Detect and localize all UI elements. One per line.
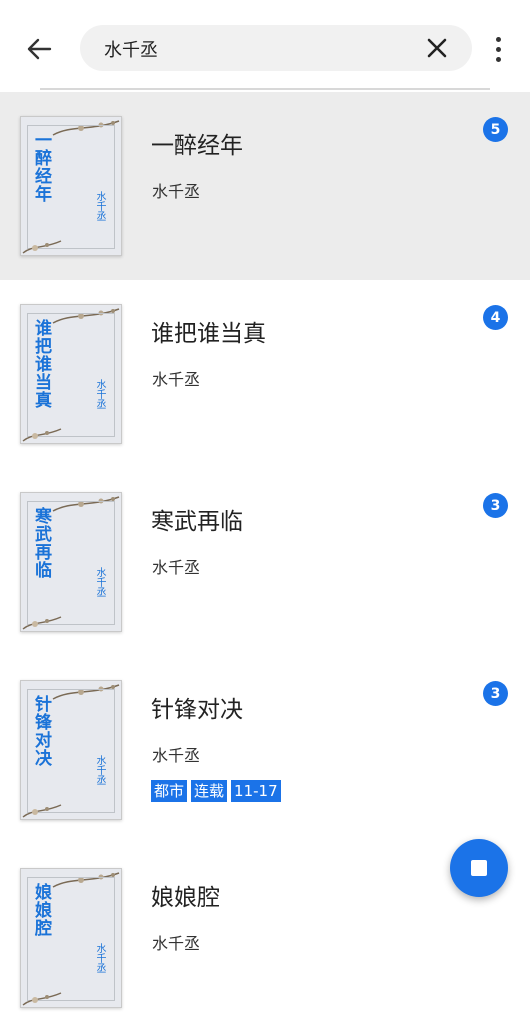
arrow-left-icon [27,38,52,60]
cover-title: 一醉经年 [31,131,51,203]
book-author: 水千丞 [152,558,201,577]
cover-title: 寒武再临 [31,507,51,579]
cover-title: 娘娘腔 [31,883,51,937]
book-title: 针锋对决 [151,697,243,723]
flower-decoration-icon [22,240,62,254]
divider [40,88,490,90]
cover-author: 水千丞 [94,567,105,597]
back-button[interactable] [18,28,60,70]
search-input[interactable] [102,25,406,73]
book-list: 一醉经年 水千丞 一醉经年 水千丞 5 谁把谁当真 水千丞 谁把谁当真 水千丞 … [0,92,530,1032]
flower-decoration-icon [22,428,62,442]
book-title: 寒武再临 [151,509,243,535]
book-author: 水千丞 [152,182,201,201]
book-author: 水千丞 [152,746,201,765]
clear-search-button[interactable] [424,35,450,61]
book-cover: 一醉经年 水千丞 [20,116,122,256]
book-list-item[interactable]: 针锋对决 水千丞 针锋对决 水千丞 3 都市 连载 11-17 [0,656,530,844]
more-options-button[interactable] [486,28,510,70]
update-count-badge: 3 [483,493,508,518]
book-tag: 连载 [191,780,228,802]
book-cover: 针锋对决 水千丞 [20,680,122,820]
book-author: 水千丞 [152,370,201,389]
cover-author: 水千丞 [94,379,105,409]
flower-decoration-icon [22,616,62,630]
cover-title: 针锋对决 [31,695,51,767]
book-title: 娘娘腔 [151,885,220,911]
flower-decoration-icon [22,804,62,818]
flower-decoration-icon [22,992,62,1006]
book-tags: 都市 连载 11-17 [151,780,281,802]
update-count-badge: 4 [483,305,508,330]
search-box [80,25,472,73]
more-vert-icon [495,36,501,42]
book-cover: 娘娘腔 水千丞 [20,868,122,1008]
book-cover: 谁把谁当真 水千丞 [20,304,122,444]
book-cover: 寒武再临 水千丞 [20,492,122,632]
update-count-badge: 5 [483,117,508,142]
book-author: 水千丞 [152,934,201,953]
book-list-item[interactable]: 一醉经年 水千丞 一醉经年 水千丞 5 [0,92,530,280]
book-title: 一醉经年 [151,133,243,159]
book-title: 谁把谁当真 [151,321,266,347]
book-tag: 都市 [151,780,188,802]
book-tag: 11-17 [231,780,281,802]
top-bar [0,0,530,92]
cover-author: 水千丞 [94,755,105,785]
close-icon [427,38,447,58]
stop-icon [471,860,487,876]
cover-author: 水千丞 [94,943,105,973]
cover-author: 水千丞 [94,191,105,221]
book-list-item[interactable]: 寒武再临 水千丞 寒武再临 水千丞 3 [0,468,530,656]
stop-fab-button[interactable] [450,839,508,897]
book-list-item[interactable]: 谁把谁当真 水千丞 谁把谁当真 水千丞 4 [0,280,530,468]
update-count-badge: 3 [483,681,508,706]
cover-title: 谁把谁当真 [31,319,51,409]
